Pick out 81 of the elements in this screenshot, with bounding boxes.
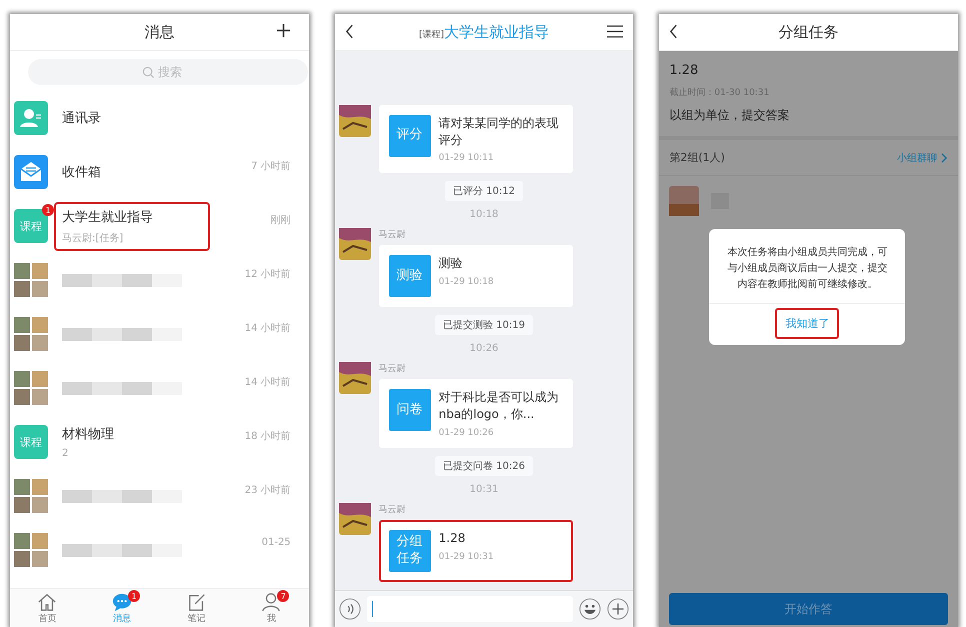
message-text: 请对某某同学的的表现评分: [438, 114, 560, 148]
voice-icon[interactable]: [338, 598, 361, 620]
conversation-name[interactable]: 大学生就业指导: [62, 208, 153, 226]
message-text: 1.28: [438, 530, 466, 547]
sender-name: 马云尉: [378, 228, 407, 242]
unread-badge: 1: [128, 590, 140, 602]
activity-type-tile: 分组任务: [388, 530, 431, 572]
sender-avatar[interactable]: [338, 228, 371, 260]
conversation-time: 18 小时前: [244, 430, 291, 443]
message-text: 对于科比是否可以成为nba的logo，你...: [438, 389, 560, 423]
search-field[interactable]: 搜索: [28, 59, 308, 85]
conversation-preview: 马云尉:[任务]: [62, 232, 124, 244]
conversation-name[interactable]: 材料物理: [62, 425, 114, 443]
back-icon[interactable]: [344, 24, 354, 39]
conversation-preview: 2: [62, 448, 68, 459]
system-notice: 已提交问卷 10:26: [435, 456, 533, 476]
contacts-icon: [14, 101, 48, 135]
group-avatar-drawing: [14, 317, 48, 351]
message-card[interactable]: 评分 请对某某同学的的表现评分 01-29 10:11: [378, 104, 573, 174]
conversation-time: 刚刚: [270, 214, 291, 227]
conversation-name[interactable]: 通讯录: [62, 109, 101, 127]
course-avatar: 课程: [14, 425, 48, 459]
conversation-time: 01-25: [262, 537, 291, 548]
home-icon: [37, 592, 58, 612]
person-icon: [261, 592, 282, 612]
inbox-icon: [14, 155, 48, 189]
sender-name: 马云尉: [378, 504, 407, 516]
conversation-name[interactable]: 收件箱: [62, 163, 101, 181]
screen-title: 分组任务: [778, 22, 839, 42]
back-icon[interactable]: [669, 24, 678, 39]
sender-avatar[interactable]: [338, 503, 371, 535]
sender-name: 马云尉: [378, 362, 407, 376]
timestamp: 10:31: [470, 484, 498, 495]
activity-type-tile: 测验: [388, 255, 431, 298]
group-avatar-drawing: [14, 533, 48, 567]
message-time: 01-29 10:31: [438, 552, 494, 562]
nav-tab[interactable]: 首页: [23, 589, 72, 627]
plus-icon[interactable]: [276, 23, 291, 38]
group-name: 第2组(1人): [669, 150, 726, 165]
timestamp: 10:26: [470, 343, 498, 354]
system-notice: 已评分 10:12: [445, 181, 523, 202]
group-avatar-drawing: [14, 371, 48, 405]
course-tag: [课程]: [418, 28, 444, 40]
edit-note-icon: [186, 592, 207, 612]
timestamp: 10:18: [470, 209, 498, 220]
nav-tab[interactable]: 消息 1: [98, 589, 146, 627]
activity-type-tile: 评分: [388, 114, 431, 157]
message-time: 01-29 10:18: [438, 277, 494, 288]
message-input[interactable]: [366, 596, 574, 622]
message-time: 01-29 10:11: [438, 153, 495, 164]
system-notice: 已提交测验 10:19: [435, 315, 533, 336]
message-text: 测验: [438, 255, 464, 272]
sender-avatar[interactable]: [338, 362, 371, 394]
dialog-message: 本次任务将由小组成员共同完成，可与小组成员商议后由一人提交，提交内容在教师批阅前可继续修改。: [726, 246, 888, 292]
menu-icon[interactable]: [607, 25, 624, 38]
emoji-icon[interactable]: [579, 598, 602, 620]
nav-tab[interactable]: 我 7: [247, 589, 296, 627]
screen-title: 消息: [144, 22, 174, 42]
unread-badge: 7: [277, 590, 290, 602]
task-name: 1.28: [669, 63, 700, 78]
conversation-time: 14 小时前: [244, 322, 291, 335]
chat-bubble-icon: [112, 592, 132, 612]
task-description: 以组为单位，提交答案: [669, 107, 790, 124]
search-icon: [142, 66, 155, 79]
plus-icon[interactable]: [607, 598, 630, 620]
activity-type-tile: 问卷: [388, 389, 431, 432]
message-card[interactable]: 测验 测验 01-29 10:18: [378, 245, 573, 308]
conversation-time: 7 小时前: [251, 160, 291, 173]
course-avatar: 课程: [14, 209, 48, 243]
group-avatar-drawing: [14, 479, 48, 513]
nav-tab[interactable]: 笔记: [172, 589, 221, 627]
group-avatar-drawing: [14, 263, 48, 297]
message-card[interactable]: 分组任务 1.28 01-29 10:31: [378, 520, 573, 582]
unread-badge: 1: [42, 204, 54, 216]
conversation-time: 14 小时前: [244, 376, 291, 389]
conversation-time: 12 小时前: [244, 268, 291, 281]
message-time: 01-29 10:26: [438, 428, 495, 438]
sender-avatar[interactable]: [338, 104, 371, 137]
chat-title: 大学生就业指导: [444, 22, 550, 42]
conversation-time: 23 小时前: [244, 484, 291, 497]
message-card[interactable]: 问卷 对于科比是否可以成为nba的logo，你... 01-29 10:26: [378, 379, 573, 448]
